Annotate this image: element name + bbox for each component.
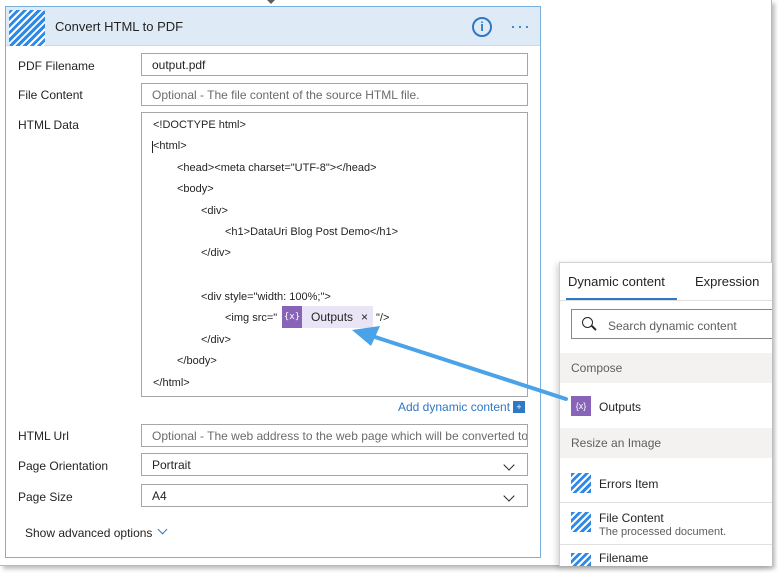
- arrow-line: [370, 334, 568, 401]
- callout-arrow: [352, 326, 568, 401]
